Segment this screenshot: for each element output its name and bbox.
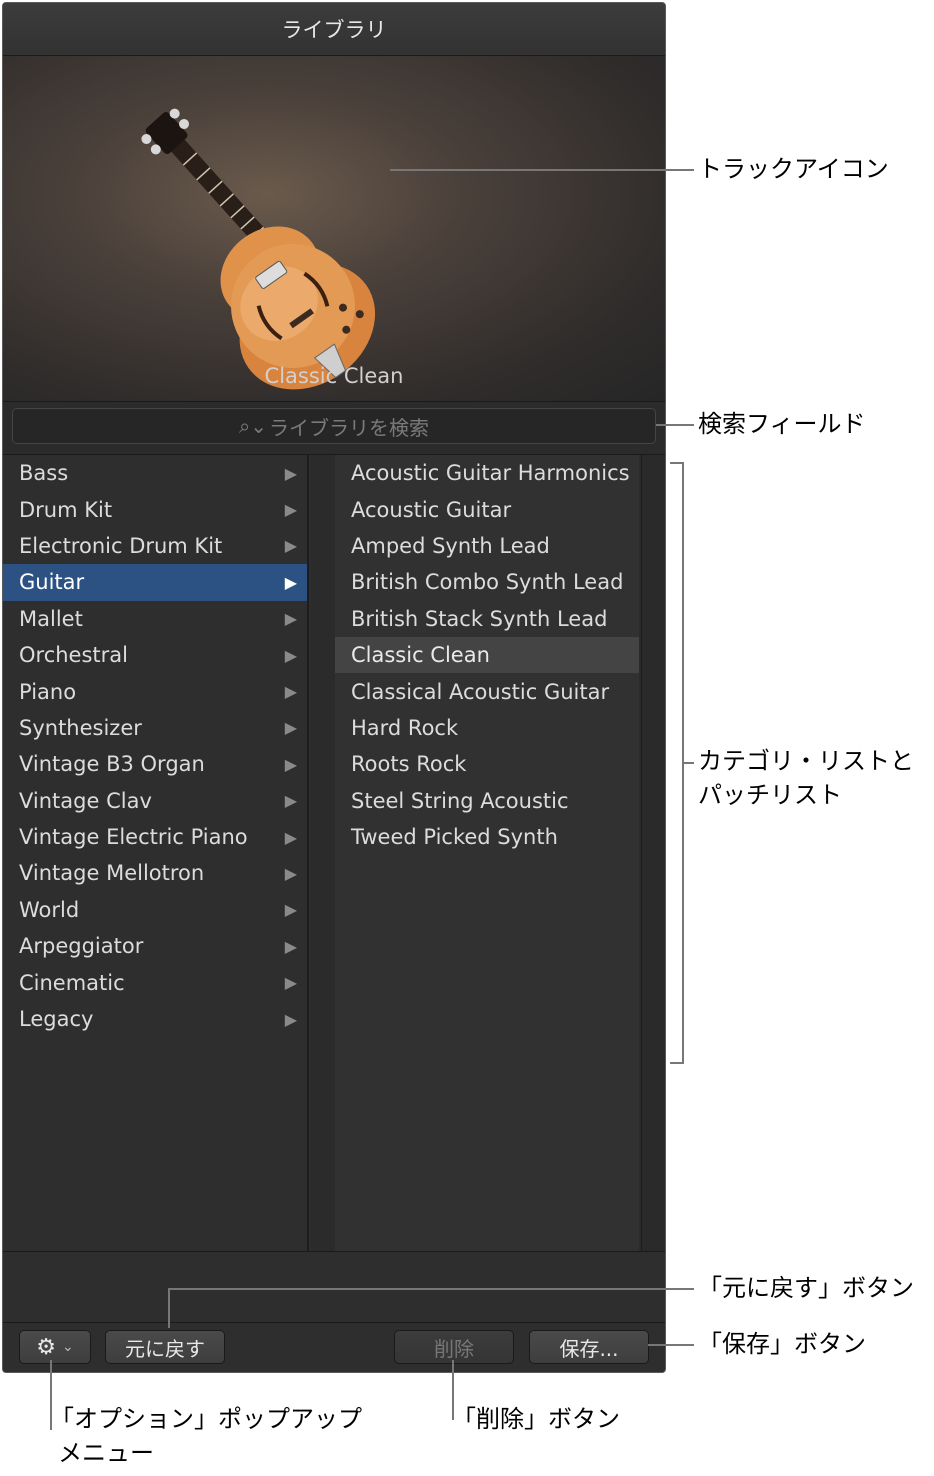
category-item-selected[interactable]: Guitar ▶ xyxy=(3,564,307,601)
callout-search-field: 検索フィールド xyxy=(698,410,866,438)
disclosure-arrow-icon: ▶ xyxy=(284,936,297,956)
leader-line-search xyxy=(656,424,694,426)
bracket-top xyxy=(670,462,684,464)
save-button[interactable]: 保存... xyxy=(529,1330,649,1364)
disclosure-arrow-icon: ▶ xyxy=(284,645,297,665)
category-item[interactable]: Arpeggiator ▶ xyxy=(3,928,307,964)
revert-button[interactable]: 元に戻す xyxy=(105,1330,225,1364)
category-label: Drum Kit xyxy=(19,497,113,522)
library-panel: ライブラリ Classic Clean ⌕⌄ ライブラリを検索 Bass ▶ D… xyxy=(2,2,666,1373)
options-popup-button[interactable]: ⚙ ⌄ xyxy=(19,1330,91,1364)
patch-list[interactable]: Acoustic Guitar Harmonics Acoustic Guita… xyxy=(311,455,641,1251)
track-name: Classic Clean xyxy=(264,364,404,388)
gear-icon: ⚙ xyxy=(36,1334,56,1360)
disclosure-arrow-icon: ▶ xyxy=(284,682,297,702)
category-item[interactable]: Vintage B3 Organ ▶ xyxy=(3,746,307,782)
library-lists: Bass ▶ Drum Kit ▶ Electronic Drum Kit ▶ Gui… xyxy=(3,455,665,1251)
library-title: ライブラリ xyxy=(3,3,665,56)
bracket-tick xyxy=(682,762,694,764)
disclosure-arrow-icon: ▶ xyxy=(284,609,297,629)
patch-item-selected[interactable]: Classic Clean xyxy=(335,636,639,674)
disclosure-arrow-icon: ▶ xyxy=(284,463,297,483)
callout-options-line2: メニュー xyxy=(58,1439,154,1467)
guitar-icon[interactable] xyxy=(3,56,665,401)
category-label: Legacy xyxy=(19,1007,94,1032)
delete-button[interactable]: 削除 xyxy=(394,1330,514,1364)
search-input[interactable]: ⌕⌄ ライブラリを検索 xyxy=(12,408,656,444)
patch-list-inner: Acoustic Guitar Harmonics Acoustic Guita… xyxy=(335,455,639,1251)
category-label: Synthesizer xyxy=(19,715,142,740)
leader-line-track-icon xyxy=(390,169,694,171)
category-list[interactable]: Bass ▶ Drum Kit ▶ Electronic Drum Kit ▶ Gui… xyxy=(3,455,309,1251)
patch-item[interactable]: Classical Acoustic Guitar xyxy=(335,673,639,709)
disclosure-arrow-icon: ▶ xyxy=(284,973,297,993)
disclosure-arrow-icon: ▶ xyxy=(284,900,297,920)
category-item[interactable]: Synthesizer ▶ xyxy=(3,710,307,746)
callout-track-icon: トラックアイコン xyxy=(698,155,889,183)
callout-lists-line1: カテゴリ・リストと xyxy=(698,747,914,775)
disclosure-arrow-icon: ▶ xyxy=(284,827,297,847)
patch-item[interactable]: Steel String Acoustic xyxy=(335,783,639,819)
disclosure-arrow-icon: ▶ xyxy=(284,536,297,556)
search-placeholder: ライブラリを検索 xyxy=(268,415,429,440)
patch-item[interactable]: Amped Synth Lead xyxy=(335,528,639,564)
category-label: Vintage Electric Piano xyxy=(19,825,248,850)
disclosure-arrow-icon: ▶ xyxy=(284,500,297,520)
category-item[interactable]: Bass ▶ xyxy=(3,455,307,491)
disclosure-arrow-icon: ▶ xyxy=(284,863,297,883)
category-item[interactable]: Mallet ▶ xyxy=(3,601,307,637)
callout-delete-button: 「削除」ボタン xyxy=(452,1405,620,1433)
category-label: Vintage Mellotron xyxy=(19,861,205,886)
category-label: Vintage Clav xyxy=(19,788,152,813)
category-item[interactable]: Legacy ▶ xyxy=(3,1001,307,1037)
category-item[interactable]: Vintage Mellotron ▶ xyxy=(3,855,307,891)
leader-line-save xyxy=(648,1344,694,1346)
disclosure-arrow-icon: ▶ xyxy=(284,791,297,811)
disclosure-arrow-icon: ▶ xyxy=(284,1009,297,1029)
category-label: Piano xyxy=(19,679,77,704)
category-label: Arpeggiator xyxy=(19,934,144,959)
leader-line-revert-h xyxy=(168,1288,694,1290)
chevron-down-icon: ⌄ xyxy=(62,1339,74,1355)
bottom-toolbar: ⚙ ⌄ 元に戻す 削除 保存... xyxy=(3,1323,665,1372)
category-item[interactable]: Cinematic ▶ xyxy=(3,964,307,1000)
disclosure-arrow-icon: ▶ xyxy=(284,718,297,738)
search-bar: ⌕⌄ ライブラリを検索 xyxy=(3,402,665,455)
patch-item[interactable]: Acoustic Guitar Harmonics xyxy=(335,455,639,491)
scrollbar-column[interactable] xyxy=(641,455,665,1251)
patch-item[interactable]: Hard Rock xyxy=(335,710,639,746)
info-strip xyxy=(3,1280,665,1323)
category-item[interactable]: Vintage Electric Piano ▶ xyxy=(3,819,307,855)
disclosure-arrow-icon: ▶ xyxy=(284,754,297,774)
category-item[interactable]: World ▶ xyxy=(3,892,307,928)
category-item[interactable]: Piano ▶ xyxy=(3,673,307,709)
category-label: Guitar xyxy=(19,570,85,595)
callout-revert-button: 「元に戻す」ボタン xyxy=(698,1274,914,1302)
category-label: Mallet xyxy=(19,606,83,631)
bracket-bottom xyxy=(670,1062,684,1064)
track-icon-area: Classic Clean xyxy=(3,56,665,402)
disclosure-arrow-icon: ▶ xyxy=(284,572,297,592)
category-item[interactable]: Orchestral ▶ xyxy=(3,637,307,673)
category-item[interactable]: Electronic Drum Kit ▶ xyxy=(3,528,307,564)
category-label: Orchestral xyxy=(19,643,128,668)
category-item[interactable]: Drum Kit ▶ xyxy=(3,491,307,527)
list-footer-strip xyxy=(3,1251,665,1281)
patch-item[interactable]: Roots Rock xyxy=(335,746,639,782)
category-label: Electronic Drum Kit xyxy=(19,533,223,558)
category-label: Bass xyxy=(19,461,69,486)
leader-line-revert-v xyxy=(168,1288,170,1328)
category-item[interactable]: Vintage Clav ▶ xyxy=(3,783,307,819)
category-label: Cinematic xyxy=(19,970,125,995)
callout-options-line1: 「オプション」ポップアップ xyxy=(50,1405,362,1433)
patch-item[interactable]: Acoustic Guitar xyxy=(335,491,639,527)
patch-item[interactable]: British Stack Synth Lead xyxy=(335,601,639,637)
callout-lists-line2: パッチリスト xyxy=(698,781,842,809)
category-label: World xyxy=(19,897,80,922)
patch-item[interactable]: British Combo Synth Lead xyxy=(335,564,639,600)
patch-item[interactable]: Tweed Picked Synth xyxy=(335,819,639,855)
category-label: Vintage B3 Organ xyxy=(19,752,205,777)
search-icon[interactable]: ⌕⌄ xyxy=(239,414,267,438)
callout-save-button: 「保存」ボタン xyxy=(698,1330,866,1358)
